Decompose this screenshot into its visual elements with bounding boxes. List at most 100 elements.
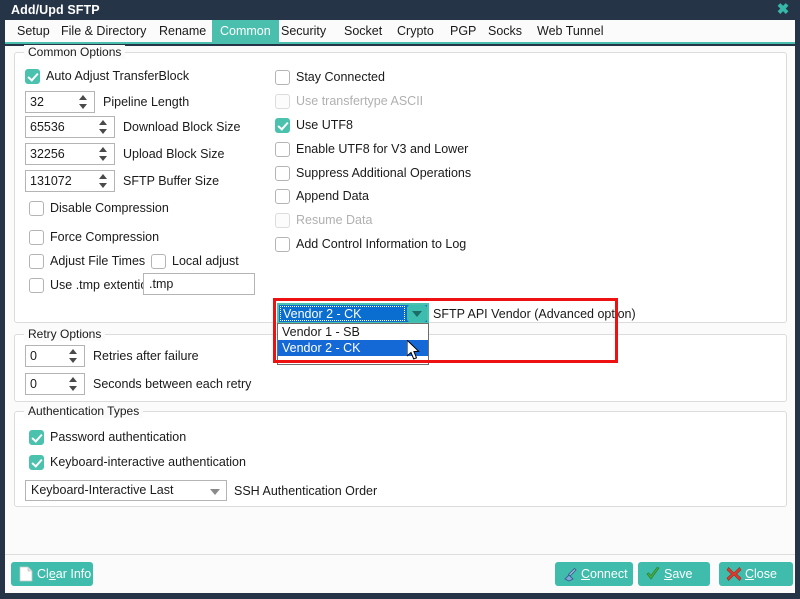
ssh-authentication-order-label: SSH Authentication Order (234, 484, 378, 498)
download-block-size-label: Download Block Size (123, 120, 241, 134)
common-tab-panel: Common Options Auto Adjust TransferBlock… (5, 45, 795, 554)
clear-info-label: Clear Info (37, 567, 92, 581)
tab-file-directory[interactable]: File & Directory (53, 20, 154, 42)
force-compression-checkbox[interactable] (29, 230, 44, 245)
download-block-size-value: 65536 (30, 120, 65, 134)
retries-after-failure-value: 0 (30, 349, 37, 363)
tab-common[interactable]: Common (212, 20, 279, 42)
title-bar: Add/Upd SFTP ✖ (0, 0, 800, 20)
close-label: Close (745, 567, 777, 581)
keyboard-interactive-authentication-label: Keyboard-interactive authentication (50, 455, 246, 469)
local-adjust-checkbox[interactable] (151, 254, 166, 269)
local-adjust-label: Local adjust (172, 254, 239, 268)
tab-crypto[interactable]: Crypto (389, 20, 442, 42)
adjust-file-times-checkbox[interactable] (29, 254, 44, 269)
clear-info-button[interactable]: Clear Info (11, 562, 93, 586)
document-icon (19, 566, 33, 582)
tab-web-tunnel[interactable]: Web Tunnel (529, 20, 611, 42)
use-utf8-checkbox[interactable] (275, 118, 290, 133)
close-button[interactable]: Close (719, 562, 793, 586)
seconds-between-retry-stepper[interactable]: 0 (25, 373, 85, 395)
use-transfertype-ascii-label: Use transfertype ASCII (296, 94, 424, 108)
adjust-file-times-label: Adjust File Times (50, 254, 146, 268)
seconds-between-retry-label: Seconds between each retry (93, 377, 252, 391)
tab-security[interactable]: Security (273, 20, 334, 42)
append-data-label: Append Data (296, 189, 369, 203)
download-block-size-arrows-icon[interactable] (97, 119, 110, 135)
resume-data-label: Resume Data (296, 213, 373, 227)
suppress-additional-operations-checkbox[interactable] (275, 166, 290, 181)
enable-utf8-v3-label: Enable UTF8 for V3 and Lower (296, 142, 469, 156)
sftp-buffer-size-label: SFTP Buffer Size (123, 174, 220, 188)
stay-connected-label: Stay Connected (296, 70, 385, 84)
seconds-between-retry-value: 0 (30, 377, 37, 391)
retries-after-failure-stepper[interactable]: 0 (25, 345, 85, 367)
ssh-authentication-order-select[interactable]: Keyboard-Interactive Last (25, 480, 227, 501)
upload-block-size-value: 32256 (30, 147, 65, 161)
sftp-api-vendor-dropdown-list: Vendor 1 - SB Vendor 2 - CK (277, 323, 429, 365)
retry-options-title: Retry Options (24, 327, 106, 341)
connect-label: Connect (581, 567, 628, 581)
sftp-buffer-size-stepper[interactable]: 131072 (25, 170, 115, 192)
sftp-buffer-size-arrows-icon[interactable] (97, 173, 110, 189)
chevron-down-icon[interactable] (407, 305, 427, 322)
upload-block-size-stepper[interactable]: 32256 (25, 143, 115, 165)
check-icon (646, 567, 660, 580)
use-tmp-extention-checkbox[interactable] (29, 278, 44, 293)
vendor-option-2[interactable]: Vendor 2 - CK (278, 340, 428, 356)
save-button[interactable]: Save (638, 562, 710, 586)
focus-ring (280, 306, 405, 321)
upload-block-size-arrows-icon[interactable] (97, 146, 110, 162)
seconds-between-retry-arrows-icon[interactable] (67, 376, 80, 392)
use-utf8-label: Use UTF8 (296, 118, 353, 132)
sftp-api-vendor-label: SFTP API Vendor (Advanced option) (433, 307, 636, 321)
add-control-information-to-log-checkbox[interactable] (275, 237, 290, 252)
keyboard-interactive-authentication-checkbox[interactable] (29, 455, 44, 470)
enable-utf8-v3-checkbox[interactable] (275, 142, 290, 157)
add-control-information-to-log-label: Add Control Information to Log (296, 237, 467, 251)
connect-button[interactable]: Connect (555, 562, 633, 586)
upload-block-size-label: Upload Block Size (123, 147, 225, 161)
download-block-size-stepper[interactable]: 65536 (25, 116, 115, 138)
password-authentication-label: Password authentication (50, 430, 187, 444)
authentication-types-title: Authentication Types (24, 404, 144, 418)
window-title: Add/Upd SFTP (11, 3, 100, 17)
window-close-icon[interactable]: ✖ (774, 2, 792, 18)
sftp-buffer-size-value: 131072 (30, 174, 72, 188)
stay-connected-checkbox[interactable] (275, 70, 290, 85)
pipeline-length-label: Pipeline Length (103, 95, 190, 109)
auto-adjust-transferblock-checkbox[interactable] (25, 69, 40, 84)
tmp-extention-input[interactable]: .tmp (143, 273, 255, 295)
force-compression-label: Force Compression (50, 230, 160, 244)
tab-rename[interactable]: Rename (151, 20, 214, 42)
chevron-down-icon (210, 489, 220, 495)
append-data-checkbox[interactable] (275, 189, 290, 204)
retries-after-failure-label: Retries after failure (93, 349, 199, 363)
plug-icon (564, 567, 577, 582)
sftp-api-vendor-select[interactable]: Vendor 2 - CK (277, 303, 429, 324)
suppress-additional-operations-label: Suppress Additional Operations (296, 166, 472, 180)
disable-compression-checkbox[interactable] (29, 201, 44, 216)
dialog-footer: Clear Info Connect Save Close (5, 554, 795, 593)
use-transfertype-ascii-checkbox (275, 94, 290, 109)
pipeline-length-stepper[interactable]: 32 (25, 91, 95, 113)
vendor-option-1[interactable]: Vendor 1 - SB (278, 324, 428, 340)
tab-pgp[interactable]: PGP (442, 20, 484, 42)
tab-setup[interactable]: Setup (9, 20, 58, 42)
retries-after-failure-arrows-icon[interactable] (67, 348, 80, 364)
resume-data-checkbox (275, 213, 290, 228)
pipeline-length-arrows-icon[interactable] (77, 94, 90, 110)
disable-compression-label: Disable Compression (50, 201, 169, 215)
save-label: Save (664, 567, 693, 581)
use-tmp-extention-label: Use .tmp extention (50, 278, 155, 292)
ssh-authentication-order-value: Keyboard-Interactive Last (31, 483, 174, 497)
password-authentication-checkbox[interactable] (29, 430, 44, 445)
tab-socket[interactable]: Socket (336, 20, 390, 42)
x-icon (726, 567, 742, 581)
tmp-extention-value: .tmp (149, 277, 174, 291)
pipeline-length-value: 32 (30, 95, 44, 109)
tab-socks[interactable]: Socks (480, 20, 530, 42)
auto-adjust-transferblock-label: Auto Adjust TransferBlock (46, 69, 190, 83)
common-options-title: Common Options (24, 45, 126, 59)
tab-strip: Setup File & Directory Rename Common Sec… (5, 20, 795, 44)
